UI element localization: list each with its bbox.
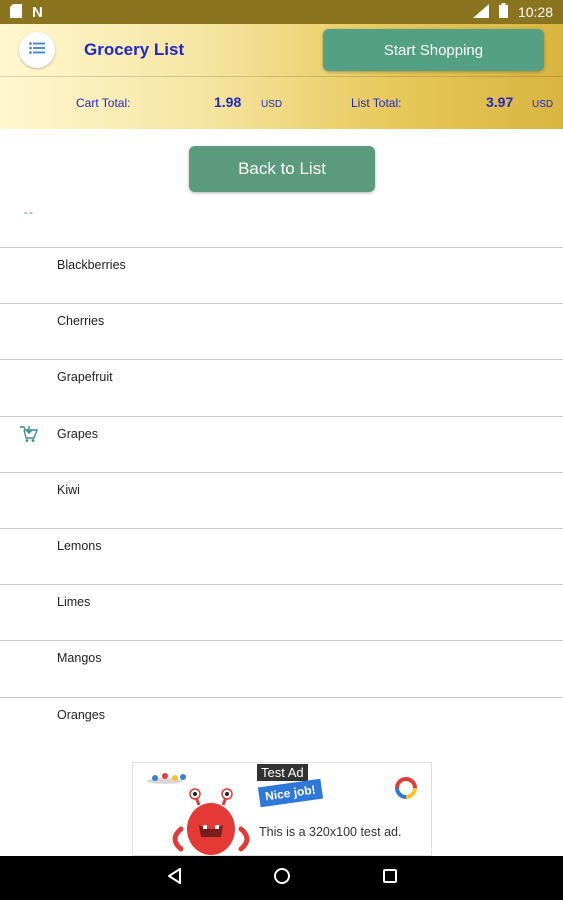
list-item[interactable]: Oranges <box>0 696 563 753</box>
list-item[interactable]: Kiwi <box>0 471 563 528</box>
cart-total-label: Cart Total: <box>76 96 131 110</box>
sd-card-icon <box>10 3 22 21</box>
test-ad-tag: Test Ad <box>257 764 308 781</box>
list-total-value: 3.97 <box>486 94 514 110</box>
ad-text: This is a 320x100 test ad. <box>259 825 402 839</box>
back-triangle-icon[interactable] <box>166 867 182 890</box>
list-item[interactable]: Mangos <box>0 640 563 696</box>
list-item[interactable]: Limes <box>0 584 563 640</box>
nice-job-badge: Nice job! <box>257 778 323 808</box>
item-label: Cherries <box>57 314 105 329</box>
list-total-label: List Total: <box>351 96 402 110</box>
list-menu-icon <box>29 41 45 59</box>
system-nav-bar <box>0 856 563 900</box>
item-label: Oranges <box>57 707 105 722</box>
list-total-unit: USD <box>532 99 554 110</box>
cart-total-unit: USD <box>261 99 283 110</box>
list-item[interactable]: Grapefruit <box>0 359 563 415</box>
list-item[interactable]: Grapes <box>0 415 563 472</box>
ad-banner[interactable]: Test Ad Nice job! This is a 320x100 test… <box>132 762 432 856</box>
header-divider <box>0 76 563 77</box>
status-bar: N 10:28 <box>0 0 563 24</box>
grocery-item-list: Blackberries Cherries Grapefruit Grapes … <box>0 247 563 753</box>
ad-mascot-illustration <box>141 767 261 855</box>
recents-square-icon[interactable] <box>382 868 398 889</box>
ad-choices-icon[interactable] <box>395 777 417 804</box>
status-time: 10:28 <box>517 4 553 20</box>
item-label: Lemons <box>57 538 102 553</box>
back-to-list-button[interactable]: Back to List <box>189 146 375 192</box>
list-item[interactable]: Lemons <box>0 527 563 584</box>
list-item[interactable]: Cherries <box>0 303 563 359</box>
list-item[interactable]: Blackberries <box>0 247 563 303</box>
battery-icon <box>498 3 508 21</box>
page-title: Grocery List <box>84 40 185 59</box>
cart-icon[interactable] <box>19 425 39 448</box>
item-label: Blackberries <box>57 258 126 272</box>
item-label: Grapefruit <box>57 370 113 385</box>
item-label: Kiwi <box>57 482 80 497</box>
item-label: Grapes <box>57 426 98 441</box>
signal-icon <box>472 3 489 21</box>
item-label: Limes <box>57 595 91 610</box>
item-label: Mangos <box>57 651 102 666</box>
app-header: Grocery List Start Shopping Cart Total: … <box>0 24 563 129</box>
start-shopping-button[interactable]: Start Shopping <box>323 29 544 71</box>
notification-n-icon: N <box>32 3 43 21</box>
cart-total-value: 1.98 <box>214 94 242 110</box>
category-marker: -- <box>24 205 34 219</box>
home-circle-icon[interactable] <box>273 867 291 890</box>
menu-button[interactable] <box>19 32 55 68</box>
